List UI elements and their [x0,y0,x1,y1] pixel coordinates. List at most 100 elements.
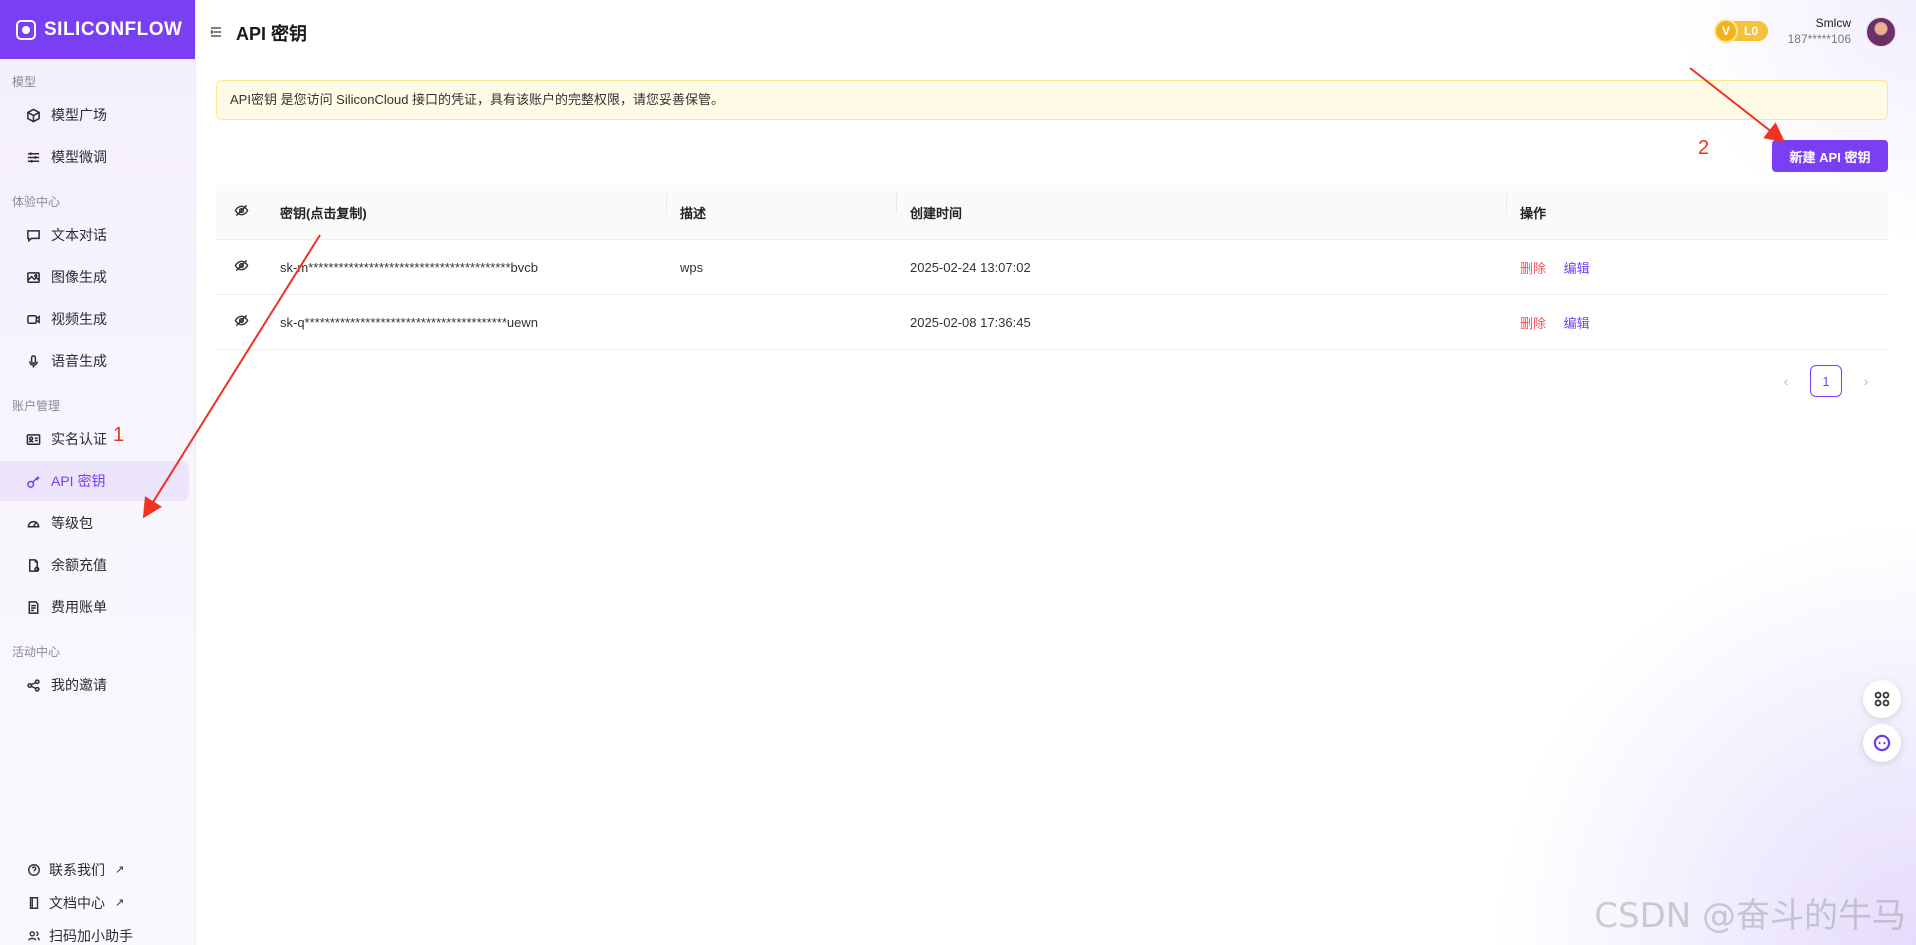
pagination: ‹ 1 › [1776,365,1876,397]
edit-button[interactable]: 编辑 [1564,316,1590,331]
table-row: sk-m************************************… [216,240,1888,295]
sidebar-item-recharge[interactable]: 余额充值 [0,545,189,585]
cube-icon [25,107,41,123]
book-icon [29,896,39,909]
share-icon [25,677,41,693]
assistant-float-button[interactable] [1863,724,1901,762]
apps-float-button[interactable] [1863,680,1901,718]
column-header-time: 创建时间 [896,192,1506,222]
sidebar-item-label: 实名认证 [51,431,107,447]
siliconflow-logo-icon [16,19,36,40]
sidebar-item-label: 余额充值 [51,557,107,573]
delete-button[interactable]: 删除 [1520,261,1546,276]
sidebar-item-label: 语音生成 [51,353,107,369]
contact-us-label: 联系我们 [49,861,105,878]
nav-section-account: 账户管理 [12,399,61,413]
sidebar: SILICONFLOW 模型 模型广场 模型微调 体验中心 文本对话 图像生成 … [0,0,196,945]
sidebar-item-label: 模型广场 [51,107,107,123]
sidebar-item-level-pack[interactable]: 等级包 [0,503,189,543]
api-key-actions: 删除 编辑 [1506,258,1888,277]
sidebar-item-billing[interactable]: 费用账单 [0,587,189,627]
grid-icon [1874,691,1890,707]
nav-section-experience: 体验中心 [12,195,61,209]
people-icon [28,930,40,941]
bill-icon [25,599,41,615]
sliders-icon [25,149,41,165]
external-link-icon: ↗ [115,897,125,909]
sidebar-item-real-name[interactable]: 实名认证 [0,419,189,459]
sidebar-item-voice-gen[interactable]: 语音生成 [0,341,189,381]
column-header-desc: 描述 [666,192,896,222]
nav-section-activity: 活动中心 [12,645,61,659]
main-content: API 密钥 V L0 Smlcw 187*****106 API密钥 是您访问… [196,0,1916,945]
api-key-value[interactable]: sk-m************************************… [266,260,666,275]
sidebar-item-video-gen[interactable]: 视频生成 [0,299,189,339]
mic-icon [25,353,41,369]
toggle-key-visibility[interactable] [216,313,266,331]
eye-off-icon [234,313,249,331]
image-icon [25,269,41,285]
avatar[interactable] [1866,17,1896,47]
scan-assistant-link[interactable]: 扫码加小助手 [0,919,196,945]
nav-section-models: 模型 [12,75,37,89]
sidebar-item-label: 我的邀请 [51,677,107,693]
sidebar-item-image-gen[interactable]: 图像生成 [0,257,189,297]
new-api-key-button[interactable]: 新建 API 密钥 [1772,140,1888,172]
toggle-visibility-header[interactable] [216,203,266,221]
collapse-menu-icon[interactable] [210,25,222,37]
toggle-key-visibility[interactable] [216,258,266,276]
user-phone: 187*****106 [1787,32,1851,46]
sidebar-item-text-chat[interactable]: 文本对话 [0,215,189,255]
logo[interactable]: SILICONFLOW [0,0,195,59]
sidebar-item-label: 费用账单 [51,599,107,615]
watermark: CSDN @奋斗的牛马 [1594,896,1906,936]
sidebar-item-label: 等级包 [51,515,93,531]
annotation-step-1: 1 [113,424,125,446]
edit-button[interactable]: 编辑 [1564,261,1590,276]
contact-us-link[interactable]: 联系我们 ↗ [0,853,196,886]
prev-page-button[interactable]: ‹ [1776,373,1796,389]
gauge-icon [25,515,41,531]
sidebar-item-label: 文本对话 [51,227,107,243]
api-key-created: 2025-02-08 17:36:45 [910,314,1031,330]
column-header-key: 密钥(点击复制) [280,205,367,221]
docs-center-link[interactable]: 文档中心 ↗ [0,886,196,919]
column-header-op: 操作 [1506,192,1888,222]
sidebar-item-label: API 密钥 [51,473,106,489]
id-card-icon [25,431,41,447]
sidebar-item-model-square[interactable]: 模型广场 [0,95,189,135]
api-key-value[interactable]: sk-q************************************… [266,315,666,330]
delete-button[interactable]: 删除 [1520,316,1546,331]
user-info[interactable]: Smlcw 187*****106 [1788,16,1851,46]
api-key-table: 密钥(点击复制) 描述 创建时间 操作 sk-m****************… [216,185,1888,350]
api-key-desc: wps [680,259,704,275]
chat-icon [25,227,41,243]
sidebar-item-api-keys[interactable]: API 密钥 [0,461,189,501]
api-key-actions: 删除 编辑 [1506,313,1888,332]
sidebar-item-label: 图像生成 [51,269,107,285]
sidebar-item-invitations[interactable]: 我的邀请 [0,665,189,705]
table-row: sk-q************************************… [216,295,1888,350]
help-icon [28,863,40,876]
page-title: API 密钥 [236,24,308,44]
sidebar-item-label: 视频生成 [51,311,107,327]
robot-face-icon [1873,734,1891,752]
key-icon [25,473,41,489]
level-badge[interactable]: V L0 [1714,19,1768,43]
table-header: 密钥(点击复制) 描述 创建时间 操作 [216,185,1888,240]
logo-text: SILICONFLOW [44,18,183,40]
vip-icon: V [1714,19,1738,43]
next-page-button[interactable]: › [1856,373,1876,389]
app-root: SILICONFLOW 模型 模型广场 模型微调 体验中心 文本对话 图像生成 … [0,0,1916,945]
wallet-icon [25,557,41,573]
scan-assistant-label: 扫码加小助手 [49,927,133,944]
sidebar-item-model-finetune[interactable]: 模型微调 [0,137,189,177]
annotation-step-2: 2 [1698,137,1710,159]
api-key-created: 2025-02-24 13:07:02 [910,259,1031,275]
api-key-notice: API密钥 是您访问 SiliconCloud 接口的凭证，具有该账户的完整权限… [216,80,1888,120]
header: API 密钥 V L0 Smlcw 187*****106 [196,0,1916,62]
video-icon [25,311,41,327]
page-1-button[interactable]: 1 [1810,365,1842,397]
docs-center-label: 文档中心 [49,894,105,911]
sidebar-item-label: 模型微调 [51,149,107,165]
